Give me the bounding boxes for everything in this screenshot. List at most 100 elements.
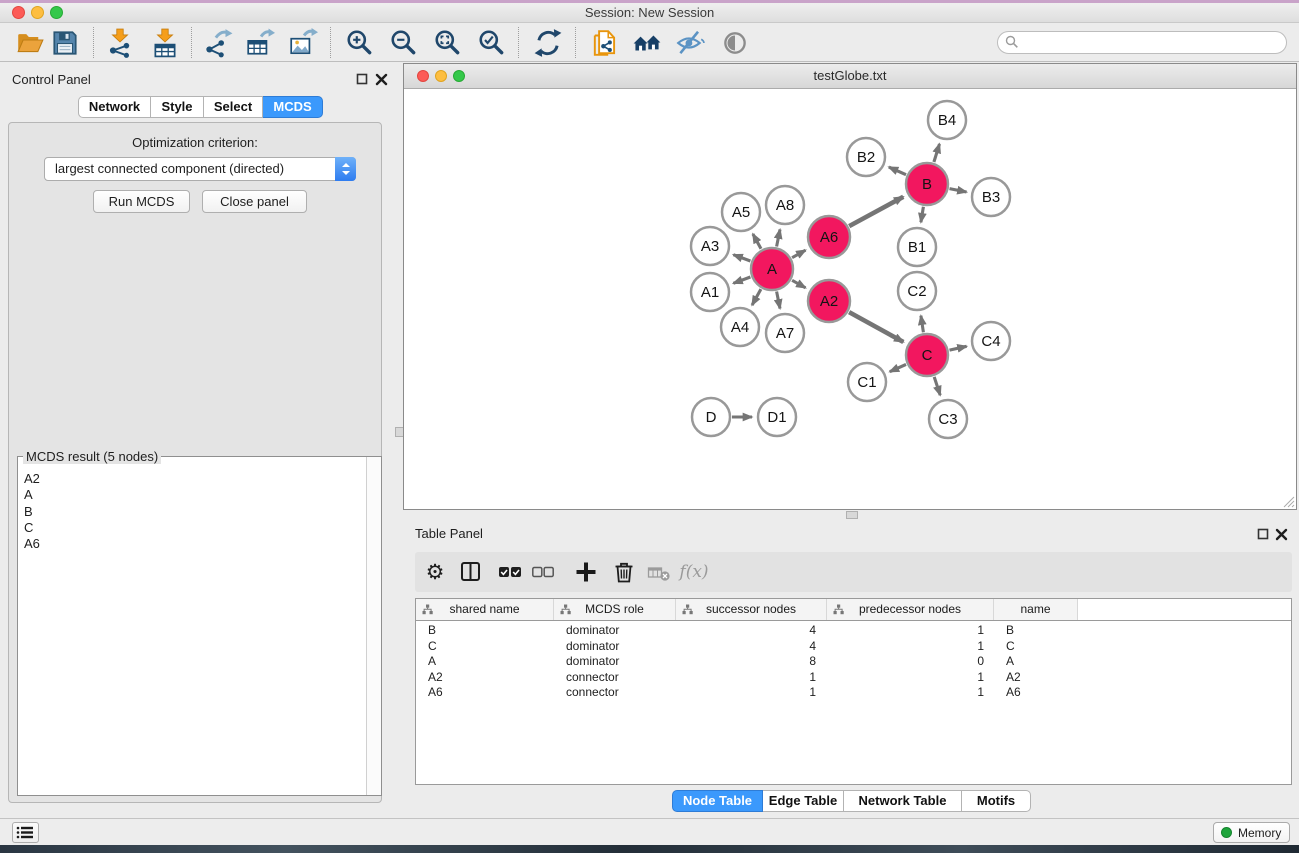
network-canvas[interactable]: B4B2BB3A8A5A6B1A3AA1C2A2A4A7C4CC1C3DD1 [404,89,1296,509]
graph-edge-A-A5[interactable] [753,234,761,249]
cell-shared-name: B [416,623,554,639]
function-builder-icon[interactable]: f(x) [677,560,711,584]
zoom-window-button[interactable] [50,6,63,19]
tab-style[interactable]: Style [151,96,204,118]
graph-edge-C-C3[interactable] [934,377,940,395]
delete-column-icon[interactable] [612,560,636,584]
cell-shared-name: C [416,639,554,655]
network-zoom-button[interactable] [453,70,465,82]
criterion-select[interactable]: largest connected component (directed) [44,157,356,181]
table-row[interactable]: A6 connector 1 1 A6 [416,685,1291,701]
close-window-button[interactable] [12,6,25,19]
memory-button[interactable]: Memory [1213,822,1290,843]
result-item[interactable]: A6 [24,536,381,552]
tab-select[interactable]: Select [204,96,263,118]
result-item[interactable]: B [24,504,381,520]
graph-edge-C-C4[interactable] [950,346,967,350]
graph-edge-A2-C[interactable] [849,312,903,342]
graph-edge-C-C1[interactable] [890,364,906,371]
cell-predecessor-nodes: 1 [827,685,994,701]
column-header-predecessor-nodes[interactable]: predecessor nodes [827,599,994,620]
minimize-window-button[interactable] [31,6,44,19]
import-table-icon[interactable] [150,28,180,58]
table-row[interactable]: C dominator 4 1 C [416,639,1291,655]
export-network-icon[interactable] [203,28,233,58]
table-row[interactable]: A dominator 8 0 A [416,654,1291,670]
zoom-selected-icon[interactable] [477,28,507,58]
result-item[interactable]: C [24,520,381,536]
close-table-panel-icon[interactable] [1275,528,1288,541]
column-header-successor-nodes[interactable]: successor nodes [676,599,827,620]
select-all-icon[interactable] [498,560,522,584]
split-view-icon[interactable] [459,560,483,584]
export-image-icon[interactable] [288,28,318,58]
show-all-icon[interactable] [720,28,750,58]
graph-edge-A-A1[interactable] [733,277,750,283]
table-row[interactable]: A2 connector 1 1 A2 [416,670,1291,686]
graph-edge-B-B4[interactable] [934,144,940,162]
cell-successor-nodes: 4 [676,639,827,655]
save-session-icon[interactable] [50,28,80,58]
tab-mcds[interactable]: MCDS [263,96,323,118]
refresh-icon[interactable] [533,28,563,58]
mcds-result-title: MCDS result (5 nodes) [23,449,161,464]
column-header-mcds-role[interactable]: MCDS role [554,599,676,620]
run-mcds-button[interactable]: Run MCDS [93,190,190,213]
close-panel-icon[interactable] [375,73,388,86]
network-minimize-button[interactable] [435,70,447,82]
zoom-out-icon[interactable] [389,28,419,58]
network-graph: B4B2BB3A8A5A6B1A3AA1C2A2A4A7C4CC1C3DD1 [404,89,1296,509]
table-row[interactable]: B dominator 4 1 B [416,623,1291,639]
status-bar: Memory [0,818,1299,845]
graph-edge-C-C2[interactable] [921,316,924,333]
table-toolbar: ⚙ [415,552,1292,592]
network-window-title: testGlobe.txt [404,64,1296,88]
clone-network-icon[interactable] [590,28,620,58]
graph-edge-A-A6[interactable] [792,250,805,258]
delete-table-icon[interactable] [647,560,671,584]
tab-node-table[interactable]: Node Table [672,790,763,812]
graph-edge-A-A4[interactable] [752,289,761,305]
column-header-name[interactable]: name [994,599,1078,620]
result-scrollbar[interactable] [366,457,381,795]
home-icon[interactable] [632,28,662,58]
export-table-icon[interactable] [245,28,275,58]
network-window-titlebar[interactable]: testGlobe.txt [404,64,1296,89]
float-panel-icon[interactable] [356,73,369,86]
zoom-fit-icon[interactable] [433,28,463,58]
column-header-shared-name[interactable]: shared name [416,599,554,620]
hide-selected-icon[interactable] [675,28,705,58]
result-item[interactable]: A [24,487,381,503]
cell-name: A2 [994,670,1078,686]
cell-name: C [994,639,1078,655]
graph-node-label-A7: A7 [776,325,794,342]
toolbar-separator [191,27,192,58]
horizontal-divider-handle[interactable] [846,511,858,519]
tab-network[interactable]: Network [78,96,151,118]
search-input[interactable] [997,31,1287,54]
tab-edge-table[interactable]: Edge Table [763,790,844,812]
graph-edge-B-B1[interactable] [921,207,924,223]
graph-edge-A6-B[interactable] [849,197,903,226]
tab-motifs[interactable]: Motifs [962,790,1031,812]
float-table-panel-icon[interactable] [1257,528,1270,541]
add-column-icon[interactable] [574,560,598,584]
graph-node-label-C1: C1 [857,374,876,391]
graph-edge-B-B2[interactable] [889,167,906,175]
table-settings-icon[interactable]: ⚙ [423,560,447,584]
network-close-button[interactable] [417,70,429,82]
zoom-in-icon[interactable] [345,28,375,58]
task-history-button[interactable] [12,822,39,843]
graph-edge-B-B3[interactable] [950,189,967,192]
graph-edge-A-A2[interactable] [792,280,805,288]
deselect-all-icon[interactable] [531,560,555,584]
close-panel-button[interactable]: Close panel [202,190,307,213]
open-file-icon[interactable] [15,28,45,58]
result-item[interactable]: A2 [24,471,381,487]
tab-network-table[interactable]: Network Table [844,790,962,812]
import-network-icon[interactable] [105,28,135,58]
resize-grip-icon[interactable] [1282,495,1295,508]
graph-edge-A-A7[interactable] [777,292,780,309]
graph-edge-A-A3[interactable] [733,255,750,261]
graph-edge-A-A8[interactable] [777,230,780,247]
